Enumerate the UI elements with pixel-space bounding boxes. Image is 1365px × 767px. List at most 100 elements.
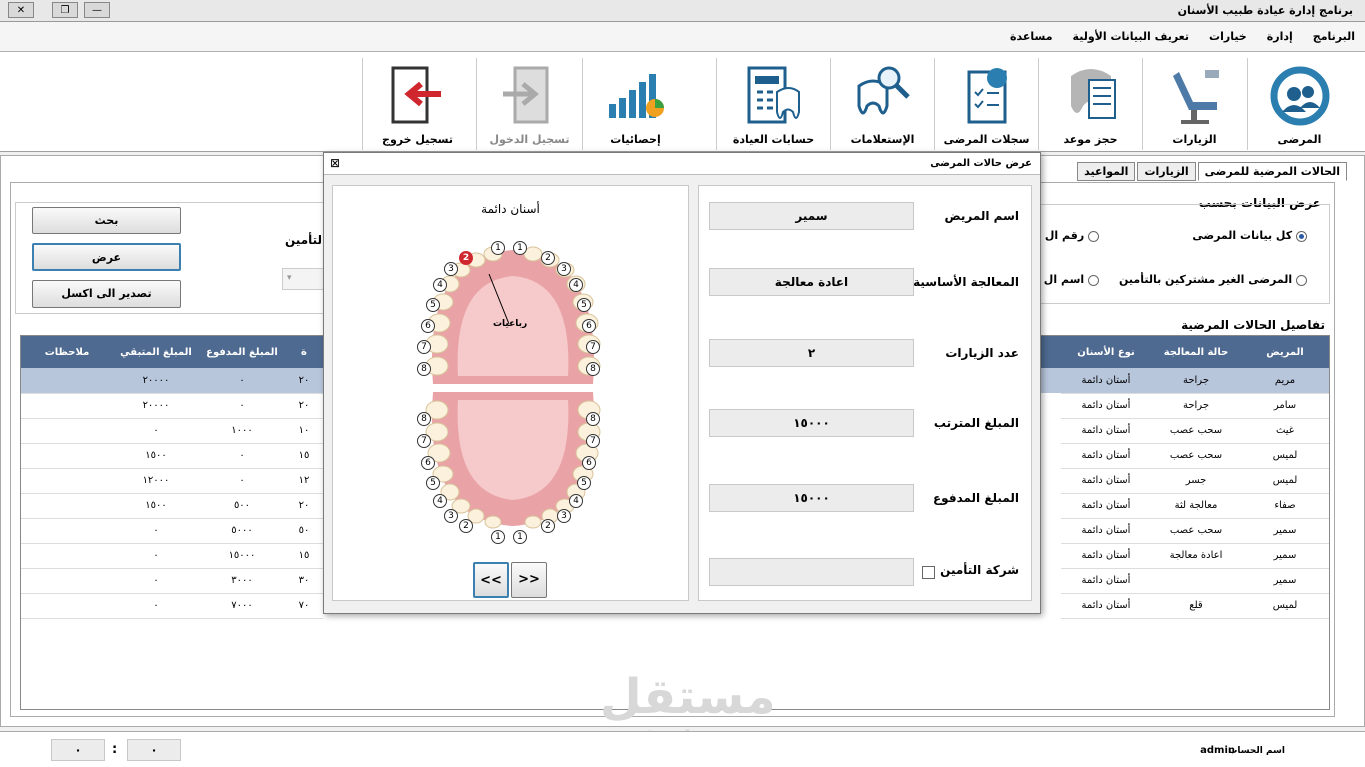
tooth-number[interactable]: 2 <box>541 251 555 265</box>
table-row[interactable]: ٠ ١٥٠٠٠ ١٥ <box>21 543 323 569</box>
tooth-number[interactable]: 3 <box>444 262 458 276</box>
tooth-number[interactable]: 5 <box>426 298 440 312</box>
filter-noins-option[interactable]: المرضى الغير مشتركين بالتأمين <box>1119 273 1307 286</box>
table-cell: ١٥٠٠٠ <box>199 543 285 569</box>
tooth-number[interactable]: 4 <box>433 494 447 508</box>
table-row[interactable]: ١٥٠٠ ٠ ١٥ <box>21 443 323 469</box>
col-status[interactable]: حالة المعالجة <box>1151 336 1241 368</box>
radio-name[interactable] <box>1088 274 1099 286</box>
table-row[interactable]: ٠ ١٠٠٠ ١٠ <box>21 418 323 444</box>
dialog-close-button[interactable]: ⊠ <box>330 156 340 170</box>
table-row[interactable]: سامر جراحة أستان دائمة <box>1061 393 1329 419</box>
restore-window-button[interactable]: ❐ <box>52 2 78 18</box>
table-row[interactable]: ٢٠٠٠٠ ٠ ٢٠ <box>21 393 323 419</box>
menu-program[interactable]: البرنامج <box>1313 30 1355 43</box>
table-row[interactable]: لميس جسر أستان دائمة <box>1061 468 1329 494</box>
tooth-number[interactable]: 8 <box>417 362 431 376</box>
tooth-number[interactable]: 3 <box>444 509 458 523</box>
menu-options[interactable]: خيارات <box>1209 30 1247 43</box>
toolbar-visits-button[interactable]: الزيارات <box>1142 58 1246 150</box>
tooth-number[interactable]: 6 <box>421 456 435 470</box>
export-excel-button[interactable]: تصدير الى اكسل <box>32 280 181 308</box>
tooth-number[interactable]: 1 <box>513 241 527 255</box>
toolbar-login-button[interactable]: تسجيل الدخول <box>476 58 582 150</box>
filter-all-option[interactable]: كل بيانات المرضى <box>1192 229 1307 242</box>
tooth-number[interactable]: 5 <box>577 298 591 312</box>
tooth-number[interactable]: 4 <box>433 278 447 292</box>
table-row[interactable]: لميس قلع أستان دائمة <box>1061 593 1329 619</box>
table-row[interactable]: مريم جراحة أستان دائمة <box>1061 368 1329 394</box>
menu-bar: البرنامج إدارة خيارات تعريف البيانات الأ… <box>0 22 1365 52</box>
tooth-number[interactable]: 8 <box>586 412 600 426</box>
tooth-number[interactable]: 7 <box>417 340 431 354</box>
table-row[interactable]: ٠ ٧٠٠٠ ٧٠ <box>21 593 323 619</box>
tab-patient-cases[interactable]: الحالات المرضية للمرضى <box>1197 162 1347 181</box>
col-notes[interactable]: ملاحظات <box>21 336 113 368</box>
tooth-number[interactable]: 8 <box>586 362 600 376</box>
table-row[interactable]: ١٥٠٠ ٥٠٠ ٢٠ <box>21 493 323 519</box>
toolbar-queries-button[interactable]: الإستعلامات <box>830 58 934 150</box>
tooth-number[interactable]: 1 <box>491 241 505 255</box>
tooth-number[interactable]: 5 <box>426 476 440 490</box>
tooth-number[interactable]: 3 <box>557 262 571 276</box>
show-button[interactable]: عرض <box>32 243 181 271</box>
toolbar-accounts-button[interactable]: حسابات العيادة <box>716 58 830 150</box>
table-cell: غيث <box>1241 418 1329 444</box>
col-remaining[interactable]: المبلغ المتبقي <box>113 336 199 368</box>
tooth-number[interactable]: 1 <box>491 530 505 544</box>
table-row[interactable]: غيث سحب عصب أستان دائمة <box>1061 418 1329 444</box>
menu-help[interactable]: مساعدة <box>1010 30 1053 43</box>
table-row[interactable]: سمير أستان دائمة <box>1061 568 1329 594</box>
table-row[interactable]: سمير اعادة معالجة أستان دائمة <box>1061 543 1329 569</box>
tab-visits[interactable]: الزيارات <box>1137 162 1196 181</box>
table-row[interactable]: ٠ ٥٠٠٠ ٥٠ <box>21 518 323 544</box>
table-row[interactable]: سمير سحب عصب أستان دائمة <box>1061 518 1329 544</box>
close-window-button[interactable]: ✕ <box>8 2 34 18</box>
toolbar-statistics-button[interactable]: إحصائيات <box>582 58 688 150</box>
filter-num-option[interactable]: رقم ال <box>1045 229 1099 242</box>
tooth-number[interactable]: 8 <box>417 412 431 426</box>
toolbar-appointment-button[interactable]: حجز موعد <box>1038 58 1142 150</box>
col-patient[interactable]: المريض <box>1241 336 1329 368</box>
menu-initial-data[interactable]: تعريف البيانات الأولية <box>1073 30 1190 43</box>
table-row[interactable]: لميس سحب عصب أستان دائمة <box>1061 443 1329 469</box>
col-teeth-type[interactable]: نوع الأسنان <box>1061 336 1151 368</box>
tooth-number[interactable]: 5 <box>577 476 591 490</box>
tooth-number[interactable]: 2 <box>541 519 555 533</box>
toolbar-patients-button[interactable]: المرضى <box>1247 58 1351 150</box>
tooth-number[interactable]: 7 <box>586 340 600 354</box>
tooth-number-selected[interactable]: 2 <box>459 251 473 265</box>
tooth-number[interactable]: 1 <box>513 530 527 544</box>
table-row[interactable]: ٢٠٠٠٠ ٠ ٢٠ <box>21 368 323 394</box>
tooth-number[interactable]: 3 <box>557 509 571 523</box>
tooth-number[interactable]: 2 <box>459 519 473 533</box>
radio-all[interactable] <box>1296 230 1307 242</box>
col-partial[interactable]: ة <box>285 336 323 368</box>
next-record-button[interactable]: >> <box>511 562 547 598</box>
toolbar-logout-button[interactable]: تسجيل خروج <box>362 58 472 150</box>
tooth-number[interactable]: 6 <box>582 319 596 333</box>
tooth-number[interactable]: 7 <box>586 434 600 448</box>
minimize-window-button[interactable]: — <box>84 2 110 18</box>
toolbar-records-button[interactable]: سجلات المرضى <box>934 58 1038 150</box>
tooth-number[interactable]: 6 <box>582 456 596 470</box>
filter-name-option[interactable]: اسم ال <box>1044 273 1099 286</box>
table-row[interactable]: صفاء معالجة لثة أستان دائمة <box>1061 493 1329 519</box>
insurance-checkbox[interactable] <box>922 566 935 579</box>
tooth-number[interactable]: 4 <box>569 278 583 292</box>
radio-noins[interactable] <box>1296 274 1307 286</box>
insurance-dropdown[interactable]: ▾ <box>282 268 324 290</box>
tooth-number[interactable]: 6 <box>421 319 435 333</box>
previous-record-button[interactable]: << <box>473 562 509 598</box>
table-cell: ٥٠ <box>285 518 323 544</box>
tab-appointments[interactable]: المواعيد <box>1077 162 1136 181</box>
table-row[interactable]: ٠ ٣٠٠٠ ٣٠ <box>21 568 323 594</box>
table-row[interactable]: ١٢٠٠٠ ٠ ١٢ <box>21 468 323 494</box>
tooth-number[interactable]: 4 <box>569 494 583 508</box>
tooth-number[interactable]: 7 <box>417 434 431 448</box>
search-button[interactable]: بحث <box>32 207 181 234</box>
table-cell: ١٠ <box>285 418 323 444</box>
col-paid[interactable]: المبلغ المدفوع <box>199 336 285 368</box>
radio-num[interactable] <box>1088 230 1099 242</box>
menu-management[interactable]: إدارة <box>1267 30 1293 43</box>
